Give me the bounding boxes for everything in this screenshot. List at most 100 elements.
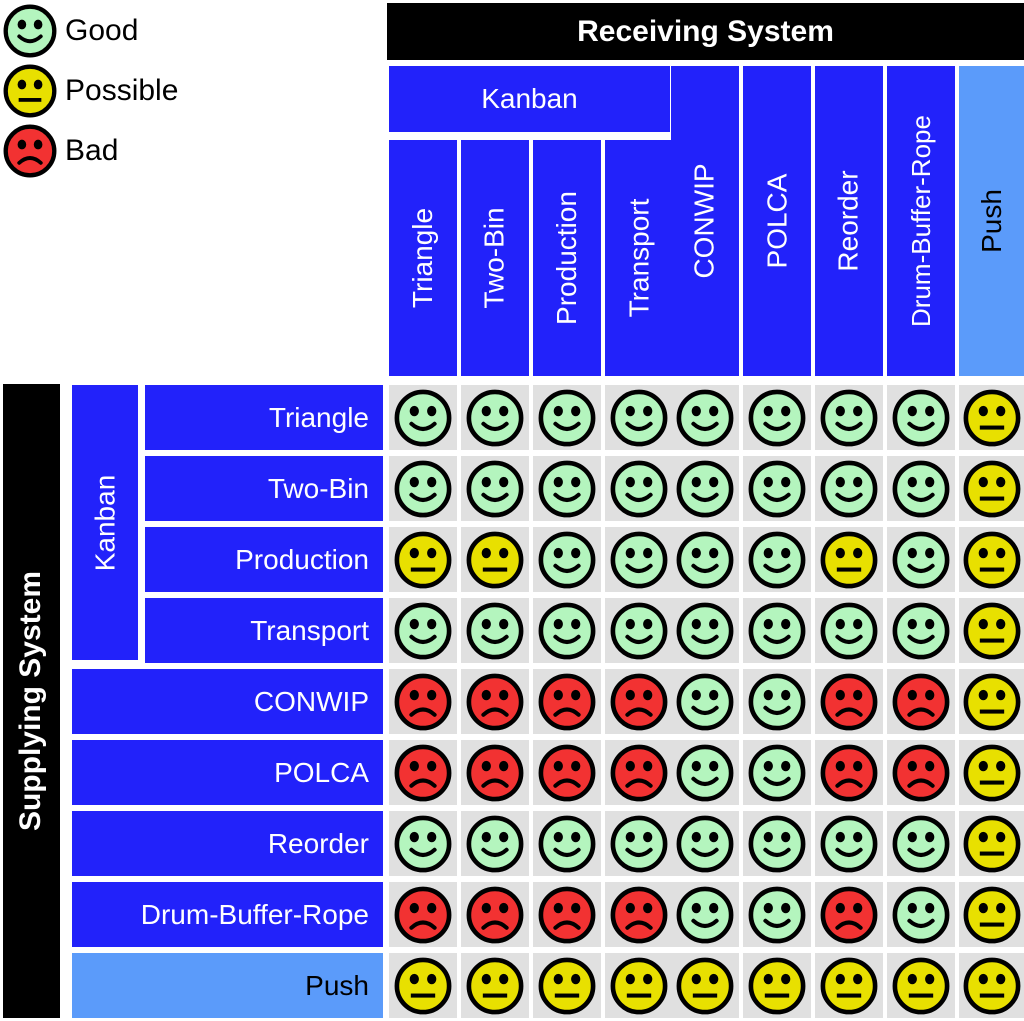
bad-face-icon bbox=[466, 673, 524, 731]
matrix-cell bbox=[533, 456, 601, 521]
row-label-transport[interactable]: Transport bbox=[145, 598, 383, 663]
matrix-cell bbox=[389, 953, 457, 1018]
good-face-icon bbox=[466, 460, 524, 518]
good-face-icon bbox=[610, 815, 668, 873]
matrix-cell bbox=[815, 740, 883, 805]
row-label-text: CONWIP bbox=[253, 685, 369, 717]
row-label-conwip[interactable]: CONWIP bbox=[72, 669, 383, 734]
possible-face-icon bbox=[963, 531, 1021, 589]
matrix-cell bbox=[743, 953, 811, 1018]
column-header-two-bin[interactable]: Two-Bin bbox=[461, 140, 529, 376]
possible-face-icon bbox=[963, 460, 1021, 518]
matrix-cell bbox=[815, 385, 883, 450]
receiving-system-header: Receiving System bbox=[387, 3, 1024, 60]
row-label-reorder[interactable]: Reorder bbox=[72, 811, 383, 876]
matrix-cell bbox=[605, 811, 673, 876]
row-label-text: Two-Bin bbox=[267, 472, 369, 504]
matrix-cell bbox=[743, 882, 811, 947]
bad-face-icon bbox=[466, 744, 524, 802]
possible-face-icon bbox=[963, 673, 1021, 731]
matrix-cell bbox=[743, 811, 811, 876]
matrix-cell bbox=[605, 953, 673, 1018]
row-label-text: Drum-Buffer-Rope bbox=[140, 898, 369, 930]
column-header-push[interactable]: Push bbox=[959, 66, 1024, 376]
row-label-push[interactable]: Push bbox=[72, 953, 383, 1018]
matrix-cell bbox=[389, 669, 457, 734]
matrix-cell bbox=[461, 385, 529, 450]
column-header-drum-buffer-rope[interactable]: Drum-Buffer-Rope bbox=[887, 66, 955, 376]
good-face-icon bbox=[466, 389, 524, 447]
good-face-icon bbox=[610, 389, 668, 447]
column-header-polca[interactable]: POLCA bbox=[743, 66, 811, 376]
good-face-icon bbox=[748, 886, 806, 944]
good-face-icon bbox=[820, 389, 878, 447]
matrix-cell bbox=[887, 740, 955, 805]
matrix-cell bbox=[533, 669, 601, 734]
possible-face-icon bbox=[676, 957, 734, 1015]
row-label-text: Reorder bbox=[267, 827, 369, 859]
matrix-cell bbox=[959, 598, 1024, 663]
legend-label-bad: Bad bbox=[65, 134, 119, 167]
column-header-transport[interactable]: Transport bbox=[605, 140, 673, 376]
matrix-cell bbox=[389, 882, 457, 947]
possible-face-icon bbox=[748, 957, 806, 1015]
possible-face-icon bbox=[466, 957, 524, 1015]
good-face-icon bbox=[394, 389, 452, 447]
matrix-cell bbox=[533, 527, 601, 592]
matrix-cell bbox=[887, 811, 955, 876]
matrix-cell bbox=[959, 527, 1024, 592]
column-header-conwip[interactable]: CONWIP bbox=[671, 66, 739, 376]
matrix-cell bbox=[887, 385, 955, 450]
bad-face-icon bbox=[3, 124, 57, 178]
row-group-kanban: Kanban bbox=[72, 385, 138, 660]
good-face-icon bbox=[748, 673, 806, 731]
matrix-cell bbox=[671, 527, 739, 592]
row-label-production[interactable]: Production bbox=[145, 527, 383, 592]
row-label-triangle[interactable]: Triangle bbox=[145, 385, 383, 450]
matrix-cell bbox=[743, 527, 811, 592]
possible-face-icon bbox=[3, 64, 57, 118]
column-header-label: Reorder bbox=[833, 170, 865, 272]
good-face-icon bbox=[610, 531, 668, 589]
good-face-icon bbox=[676, 460, 734, 518]
good-face-icon bbox=[892, 602, 950, 660]
matrix-cell bbox=[389, 811, 457, 876]
matrix-cell bbox=[461, 456, 529, 521]
good-face-icon bbox=[676, 815, 734, 873]
matrix-cell bbox=[533, 953, 601, 1018]
row-label-drum-buffer-rope[interactable]: Drum-Buffer-Rope bbox=[72, 882, 383, 947]
matrix-cell bbox=[533, 882, 601, 947]
good-face-icon bbox=[676, 389, 734, 447]
good-face-icon bbox=[748, 815, 806, 873]
possible-face-icon bbox=[394, 531, 452, 589]
row-label-text: POLCA bbox=[274, 756, 369, 788]
legend-item-possible: Possible bbox=[3, 63, 178, 119]
good-face-icon bbox=[892, 531, 950, 589]
row-label-polca[interactable]: POLCA bbox=[72, 740, 383, 805]
possible-face-icon bbox=[963, 886, 1021, 944]
bad-face-icon bbox=[466, 886, 524, 944]
possible-face-icon bbox=[820, 957, 878, 1015]
matrix-cell bbox=[605, 598, 673, 663]
matrix-cell bbox=[461, 953, 529, 1018]
matrix-cell bbox=[605, 882, 673, 947]
bad-face-icon bbox=[610, 673, 668, 731]
column-header-label: Transport bbox=[623, 198, 654, 318]
possible-face-icon bbox=[892, 957, 950, 1015]
possible-face-icon bbox=[963, 602, 1021, 660]
supplying-system-title: Supplying System bbox=[14, 570, 48, 832]
row-label-two-bin[interactable]: Two-Bin bbox=[145, 456, 383, 521]
good-face-icon bbox=[820, 602, 878, 660]
good-face-icon bbox=[892, 460, 950, 518]
good-face-icon bbox=[820, 815, 878, 873]
legend: Good Possible Bad bbox=[0, 0, 385, 380]
column-header-production[interactable]: Production bbox=[533, 140, 601, 376]
legend-label-possible: Possible bbox=[65, 74, 179, 107]
matrix-cell bbox=[671, 385, 739, 450]
column-header-triangle[interactable]: Triangle bbox=[389, 140, 457, 376]
matrix-cell bbox=[389, 740, 457, 805]
matrix-cell bbox=[389, 527, 457, 592]
column-header-reorder[interactable]: Reorder bbox=[815, 66, 883, 376]
column-header-label: Two-Bin bbox=[479, 207, 510, 309]
good-face-icon bbox=[748, 602, 806, 660]
